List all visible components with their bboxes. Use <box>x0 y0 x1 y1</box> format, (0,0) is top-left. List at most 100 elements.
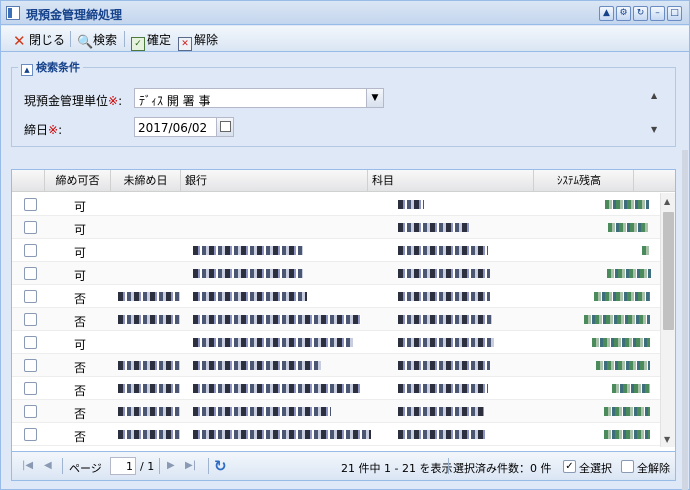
table-row[interactable]: 否 <box>12 400 660 423</box>
calendar-icon[interactable] <box>216 118 233 136</box>
redacted-balance <box>592 338 650 347</box>
redacted-account <box>398 315 492 324</box>
toolbar-separator <box>124 31 125 47</box>
redacted-balance <box>608 223 648 232</box>
redacted-date <box>118 430 180 439</box>
header-status[interactable]: 締め可否 <box>45 170 111 192</box>
grid-scrollbar[interactable]: ▲ ▼ <box>660 193 675 447</box>
last-page-icon[interactable]: ▶| <box>185 460 196 471</box>
select-all-label: 全選択 <box>579 462 612 475</box>
row-checkbox[interactable] <box>24 359 37 372</box>
row-status: 否 <box>74 292 87 306</box>
redacted-date <box>118 315 180 324</box>
row-status: 可 <box>74 246 87 260</box>
row-status: 否 <box>74 430 87 444</box>
redacted-bank <box>193 430 371 439</box>
scroll-up-icon[interactable]: ▲ <box>664 197 670 206</box>
page-number-input[interactable] <box>110 457 136 475</box>
row-checkbox[interactable] <box>24 382 37 395</box>
table-row[interactable]: 可 <box>12 262 660 285</box>
table-row[interactable]: 可 <box>12 239 660 262</box>
refresh-icon[interactable]: ↻ <box>633 6 648 21</box>
redacted-bank <box>193 246 303 255</box>
window: 現預金管理締処理 ▲ ⚙ ↻ – □ ✕ 閉じる 🔍検索 ✓ 確定 ✕ 解除 ▲ 検索条… <box>0 0 690 490</box>
settings-icon[interactable]: ⚙ <box>616 6 631 21</box>
row-checkbox[interactable] <box>24 336 37 349</box>
row-checkbox[interactable] <box>24 428 37 441</box>
row-status: 可 <box>74 200 87 214</box>
header-bank[interactable]: 銀行 <box>181 170 368 192</box>
table-row[interactable]: 否 <box>12 285 660 308</box>
collapse-toggle-icon[interactable]: ▲ <box>21 64 33 76</box>
row-status: 否 <box>74 407 87 421</box>
pager-separator <box>159 458 160 474</box>
redacted-date <box>118 407 180 416</box>
maximize-icon[interactable]: □ <box>667 6 682 21</box>
row-status: 否 <box>74 384 87 398</box>
prev-page-icon[interactable]: ◀ <box>44 460 52 471</box>
scroll-down-icon[interactable]: ▼ <box>651 125 657 134</box>
table-row[interactable]: 否 <box>12 423 660 446</box>
table-row[interactable]: 可 <box>12 193 660 216</box>
header-system-balance[interactable]: ｼｽﾃﾑ残高 <box>534 170 634 192</box>
row-checkbox[interactable] <box>24 267 37 280</box>
row-checkbox[interactable] <box>24 313 37 326</box>
close-x-icon: ✕ <box>13 32 26 50</box>
first-page-icon[interactable]: |◀ <box>22 460 33 471</box>
release-icon: ✕ <box>178 37 192 51</box>
search-conditions-legend[interactable]: ▲ 検索条件 <box>18 59 83 76</box>
redacted-account <box>398 269 490 278</box>
redacted-account <box>398 407 484 416</box>
row-status: 否 <box>74 315 87 329</box>
table-row[interactable]: 可 <box>12 216 660 239</box>
redacted-balance <box>605 200 649 209</box>
redacted-bank <box>193 292 307 301</box>
collapse-up-icon[interactable]: ▲ <box>599 6 614 21</box>
redacted-date <box>118 384 180 393</box>
header-checkbox-column <box>12 170 45 192</box>
redacted-balance <box>584 315 650 324</box>
table-row[interactable]: 否 <box>12 308 660 331</box>
scroll-down-icon[interactable]: ▼ <box>664 435 670 444</box>
row-checkbox[interactable] <box>24 290 37 303</box>
unit-select[interactable]: ﾃﾞｨｽ 開 署 事 ▼ <box>134 88 384 108</box>
redacted-account <box>398 338 494 347</box>
header-unclosed-date[interactable]: 未締め日 <box>111 170 181 192</box>
paging-toolbar: |◀ ◀ ページ / 1 ▶ ▶| ↻ 21 件中 1 - 21 を表示 選択済… <box>12 451 675 480</box>
redacted-bank <box>193 315 361 324</box>
redacted-account <box>398 384 488 393</box>
closing-date-field[interactable] <box>134 117 234 137</box>
scroll-thumb[interactable] <box>663 212 674 330</box>
window-title: 現預金管理締処理 <box>26 8 123 22</box>
confirm-button[interactable]: ✓ 確定 <box>131 31 171 51</box>
row-checkbox[interactable] <box>24 405 37 418</box>
chevron-down-icon[interactable]: ▼ <box>366 89 383 107</box>
table-row[interactable]: 否 <box>12 377 660 400</box>
pager-separator <box>208 458 209 474</box>
outer-scrollbar-edge <box>682 150 688 490</box>
fieldset-scrollbar[interactable]: ▲ ▼ <box>648 89 662 137</box>
page-total: / 1 <box>140 460 155 473</box>
confirm-icon: ✓ <box>131 37 145 51</box>
minimize-icon[interactable]: – <box>650 6 665 21</box>
refresh-icon[interactable]: ↻ <box>214 457 227 475</box>
next-page-icon[interactable]: ▶ <box>167 460 175 471</box>
search-icon: 🔍 <box>77 35 94 50</box>
title-bar: 現預金管理締処理 ▲ ⚙ ↻ – □ <box>1 1 689 25</box>
row-checkbox[interactable] <box>24 198 37 211</box>
page-label: ページ <box>69 462 102 475</box>
release-button[interactable]: ✕ 解除 <box>178 31 218 51</box>
redacted-account <box>398 223 470 232</box>
row-checkbox[interactable] <box>24 221 37 234</box>
table-row[interactable]: 可 <box>12 331 660 354</box>
header-account[interactable]: 科目 <box>368 170 534 192</box>
row-checkbox[interactable] <box>24 244 37 257</box>
release-all-label: 全解除 <box>637 462 670 475</box>
closing-date-input[interactable] <box>138 120 214 135</box>
close-button[interactable]: ✕ 閉じる <box>13 31 65 50</box>
release-all-checkbox[interactable] <box>621 460 634 473</box>
select-all-checkbox[interactable]: ✓ <box>563 460 576 473</box>
scroll-up-icon[interactable]: ▲ <box>651 91 657 100</box>
search-button[interactable]: 🔍検索 <box>77 31 117 50</box>
table-row[interactable]: 否 <box>12 354 660 377</box>
